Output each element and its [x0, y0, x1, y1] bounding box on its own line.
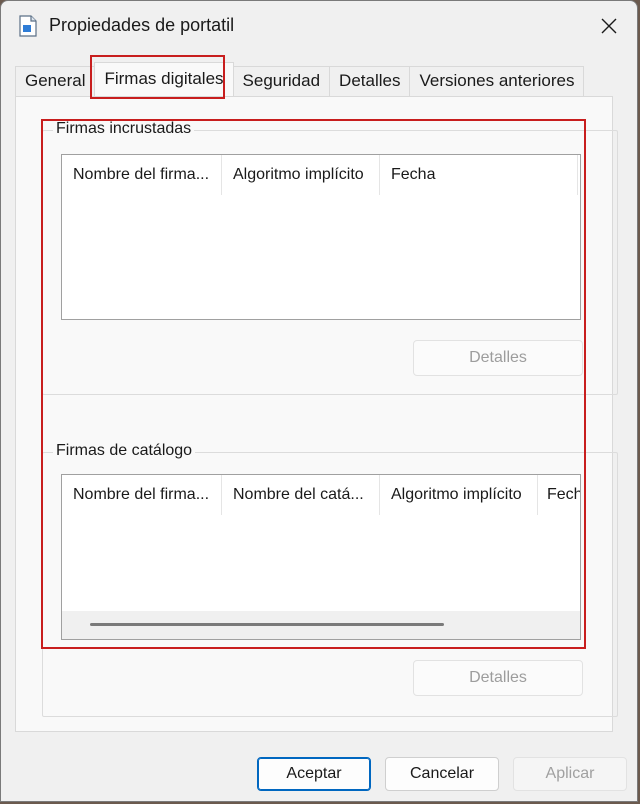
tab-previous-versions[interactable]: Versiones anteriores — [409, 66, 585, 96]
cancel-button[interactable]: Cancelar — [385, 757, 499, 791]
document-icon — [19, 15, 37, 37]
tab-general[interactable]: General — [15, 66, 96, 96]
close-button[interactable] — [581, 1, 637, 51]
tab-details[interactable]: Detalles — [329, 66, 411, 96]
ok-button[interactable]: Aceptar — [257, 757, 371, 791]
apply-button[interactable]: Aplicar — [513, 757, 627, 791]
catalog-details-button[interactable]: Detalles — [413, 660, 583, 696]
close-icon — [601, 18, 617, 34]
content-highlight-box — [41, 119, 586, 649]
window-title: Propiedades de portatil — [49, 15, 235, 35]
tab-highlight-box — [90, 55, 225, 99]
title-bar: Propiedades de portatil — [1, 1, 637, 53]
tab-security[interactable]: Seguridad — [232, 66, 331, 96]
properties-dialog: Propiedades de portatil General Firmas d… — [0, 0, 638, 802]
